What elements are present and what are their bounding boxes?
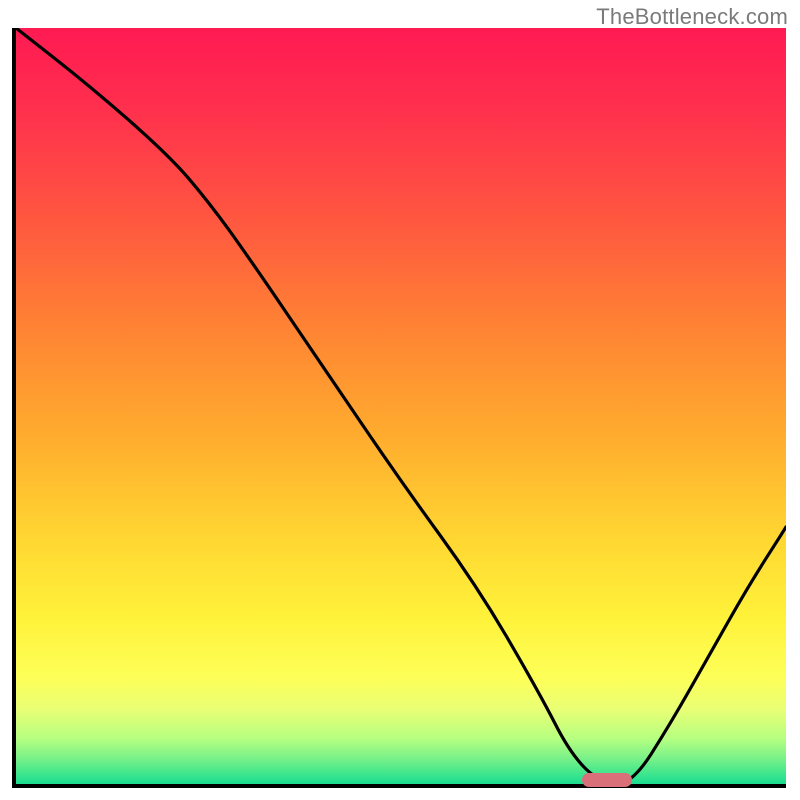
plot-area xyxy=(12,28,786,788)
optimal-range-marker xyxy=(582,773,632,787)
bottleneck-curve xyxy=(16,28,786,784)
watermark-text: TheBottleneck.com xyxy=(596,4,788,30)
